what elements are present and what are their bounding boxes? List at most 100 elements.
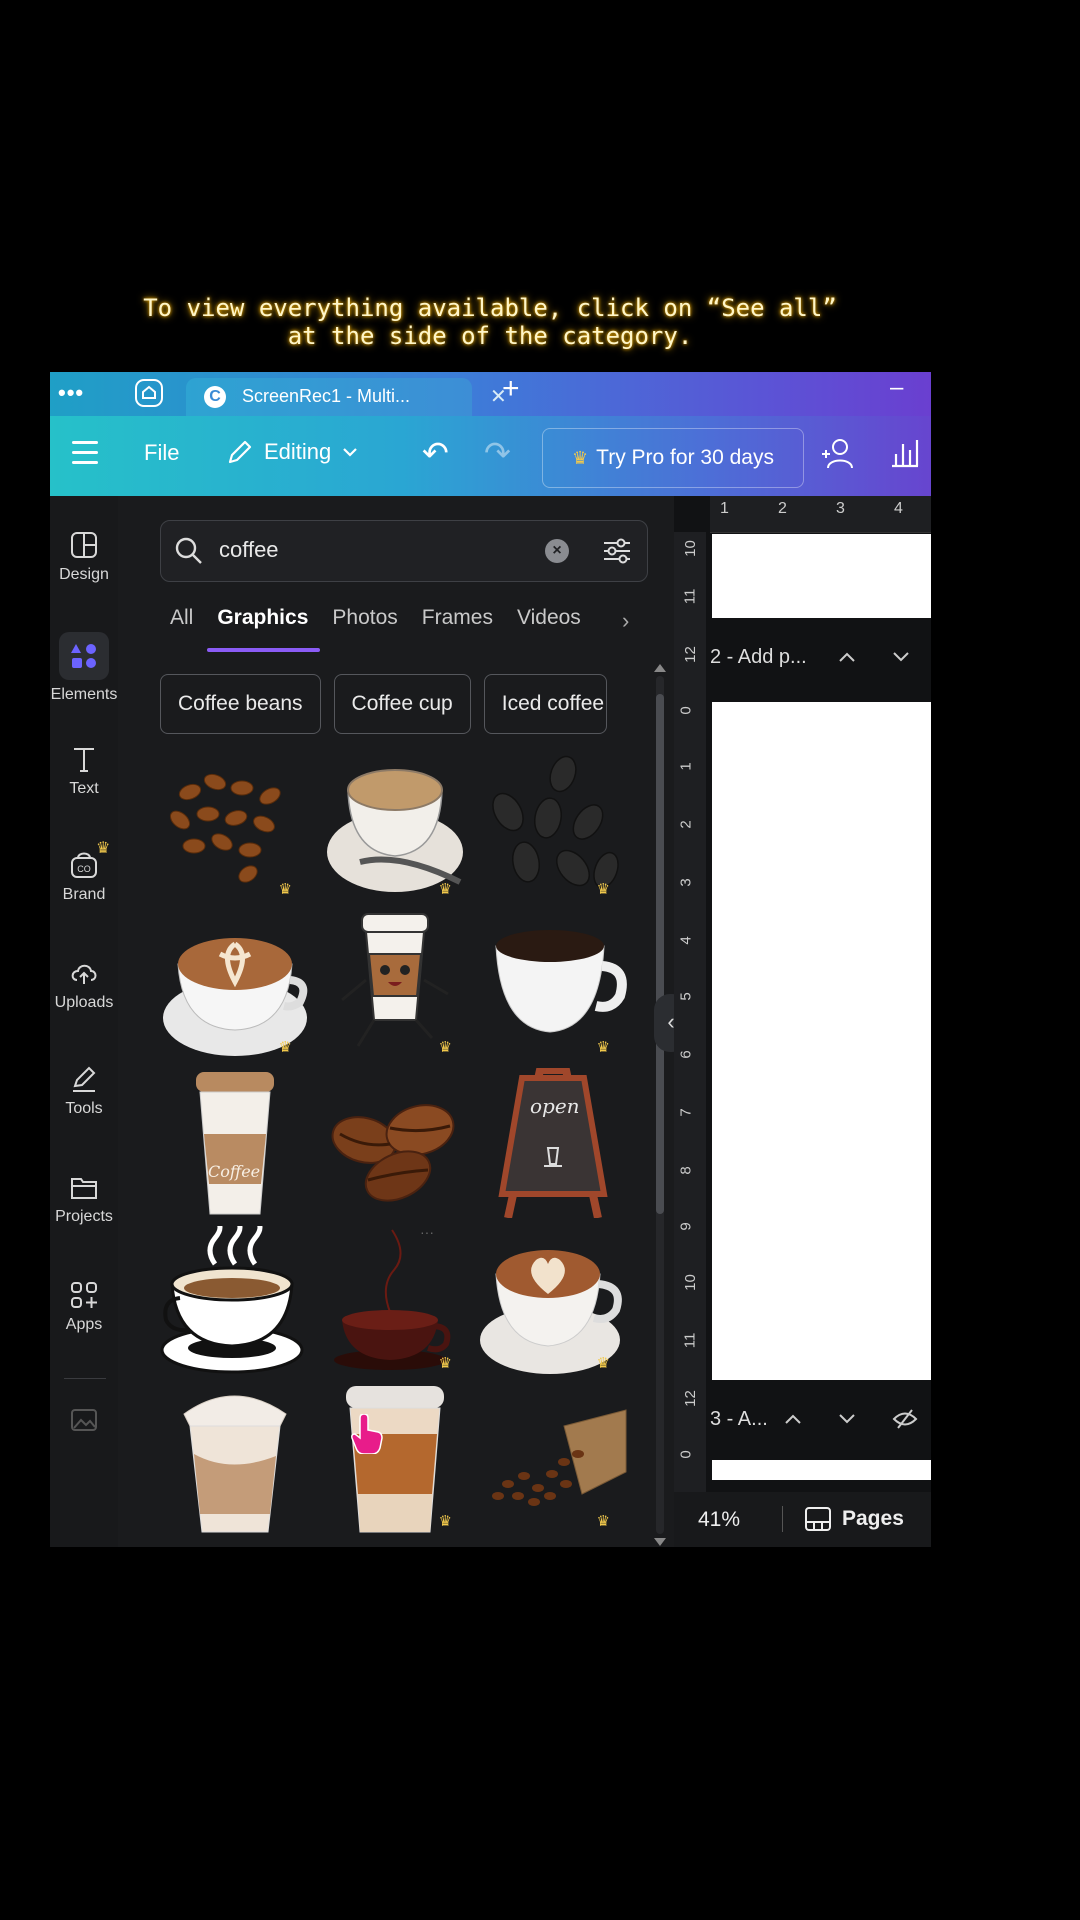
chevron-down-icon — [343, 448, 358, 457]
canvas-footer: 41% Pages — [674, 1492, 931, 1547]
redo-icon[interactable]: ↷ — [484, 434, 511, 472]
page-2-header: 2 - Add p... — [710, 618, 931, 702]
tab-frames[interactable]: Frames — [422, 596, 493, 646]
takeaway-cup-text: Coffee — [208, 1162, 261, 1181]
search-bar[interactable]: coffee × — [160, 520, 648, 582]
nav-apps[interactable]: Apps — [50, 1280, 118, 1334]
try-pro-label: Try Pro for 30 days — [596, 446, 774, 469]
filter-sliders-icon[interactable] — [601, 535, 633, 567]
nav-tools[interactable]: Tools — [50, 1064, 118, 1118]
brand-crown-icon: ♛ — [96, 840, 111, 857]
text-icon — [74, 748, 94, 772]
insights-chart-icon[interactable] — [888, 436, 922, 470]
hide-page-icon[interactable] — [892, 1408, 918, 1430]
search-input[interactable]: coffee — [219, 537, 279, 563]
try-pro-button[interactable]: ♛ Try Pro for 30 days — [542, 428, 804, 488]
page-3-header: 3 - A... — [710, 1380, 931, 1460]
file-menu-button[interactable]: File — [144, 440, 179, 466]
graphic-coffee-beans-trio[interactable] — [320, 1068, 470, 1218]
nav-design[interactable]: Design — [50, 530, 118, 584]
tab-photos[interactable]: Photos — [332, 596, 397, 646]
page-3-label[interactable]: 3 - A... — [710, 1408, 768, 1431]
hand-cursor-icon — [351, 1414, 383, 1454]
scroll-down-icon[interactable] — [654, 1538, 666, 1546]
new-tab-icon[interactable]: + — [502, 372, 520, 406]
caption-line-2: at the side of the category. — [287, 322, 693, 350]
chalkboard-text: open — [530, 1094, 580, 1118]
nav-uploads-label: Uploads — [54, 994, 114, 1011]
editing-label: Editing — [264, 439, 332, 464]
nav-projects[interactable]: Projects — [50, 1172, 118, 1226]
zoom-level[interactable]: 41% — [698, 1508, 740, 1532]
premium-crown-icon: ♛ — [596, 1513, 610, 1530]
pages-button[interactable]: Pages — [804, 1506, 904, 1532]
tab-videos[interactable]: Videos — [517, 596, 581, 646]
panel-scrollbar[interactable] — [654, 664, 666, 1546]
graphic-coffee-cup-with-spoon[interactable]: ♛ — [320, 752, 470, 902]
tutorial-caption: To view everything available, click on “… — [0, 294, 980, 350]
page-2-label[interactable]: 2 - Add p... — [710, 646, 807, 669]
elements-panel: coffee × All Graphics Photos Frames Vide… — [118, 496, 674, 1547]
horizontal-ruler: 1 2 3 4 — [710, 496, 931, 533]
canvas-page-1[interactable] — [712, 534, 931, 618]
graphic-takeaway-coffee-cup[interactable]: Coffee — [160, 1068, 310, 1218]
apps-icon — [71, 1282, 97, 1308]
move-page-down-icon[interactable] — [892, 650, 910, 664]
nav-elements-label: Elements — [50, 686, 118, 703]
more-options-icon[interactable]: ••• — [58, 380, 84, 406]
graphic-running-coffee-cup-character[interactable]: ♛ — [320, 910, 470, 1060]
pencil-icon — [228, 440, 252, 464]
move-page-down-icon[interactable] — [838, 1412, 856, 1426]
premium-crown-icon: ♛ — [438, 881, 452, 898]
graphic-latte-heart-cup[interactable]: ♛ — [478, 1226, 628, 1376]
chip-coffee-beans[interactable]: Coffee beans — [160, 674, 321, 734]
hamburger-menu-icon[interactable] — [72, 441, 98, 471]
active-document-tab[interactable]: C ScreenRec1 - Multi... ✕ — [186, 378, 507, 416]
crown-icon: ♛ — [572, 447, 589, 468]
nav-brand-label: Brand — [62, 886, 106, 903]
chevron-right-icon[interactable]: › — [622, 608, 629, 634]
graphic-latte-art-cup[interactable]: ♛ — [160, 910, 310, 1060]
vertical-ruler: 10 11 12 0 1 2 3 4 5 6 7 8 9 10 11 12 0 — [674, 532, 706, 1492]
scroll-up-icon[interactable] — [654, 664, 666, 672]
chip-iced-coffee[interactable]: Iced coffee — [483, 674, 607, 734]
graphic-iced-latte-cream[interactable] — [160, 1384, 310, 1534]
tab-title: ScreenRec1 - Multi... — [242, 386, 411, 406]
premium-crown-icon: ♛ — [278, 1039, 292, 1056]
graphic-dark-coffee-cup-steam[interactable]: ··· ♛ — [320, 1224, 470, 1376]
undo-icon[interactable]: ↶ — [422, 434, 449, 472]
graphic-open-chalkboard-sign[interactable]: open — [478, 1066, 628, 1219]
canvas-page-3[interactable] — [712, 1460, 931, 1480]
home-icon[interactable] — [134, 378, 164, 408]
nav-design-label: Design — [59, 566, 109, 583]
photo-icon — [71, 1409, 97, 1431]
move-page-up-icon[interactable] — [784, 1412, 802, 1426]
nav-elements[interactable]: Elements — [50, 632, 118, 704]
content-type-tabs: All Graphics Photos Frames Videos — [170, 596, 581, 652]
clear-search-icon[interactable]: × — [545, 539, 569, 563]
premium-crown-icon: ♛ — [438, 1355, 452, 1372]
nav-brand[interactable]: CO ♛ Brand — [50, 840, 118, 904]
scrollbar-thumb[interactable] — [656, 694, 664, 1214]
move-page-up-icon[interactable] — [838, 650, 856, 664]
share-people-icon[interactable] — [820, 436, 860, 472]
search-icon — [175, 537, 202, 564]
nav-uploads[interactable]: Uploads — [50, 958, 118, 1012]
svg-text:CO: CO — [77, 864, 91, 874]
graphic-white-coffee-cup[interactable]: ♛ — [478, 910, 628, 1060]
chip-coffee-cup[interactable]: Coffee cup — [333, 674, 471, 734]
tab-graphics[interactable]: Graphics — [207, 596, 321, 652]
graphic-coffee-beans-scatter[interactable]: ♛ — [160, 752, 310, 902]
tools-icon — [73, 1066, 96, 1092]
canvas-page-2[interactable] — [712, 702, 931, 1380]
graphic-iced-coffee-cup[interactable]: ♛ — [320, 1384, 470, 1534]
minimize-icon[interactable]: – — [890, 374, 903, 402]
graphic-coffee-beans-sketch[interactable]: ♛ — [478, 752, 628, 902]
nav-text[interactable]: Text — [50, 744, 118, 798]
graphic-steaming-coffee-cup[interactable] — [160, 1217, 310, 1376]
premium-crown-icon: ♛ — [278, 881, 292, 898]
graphic-coffee-bean-sack[interactable]: ♛ — [478, 1384, 628, 1534]
canva-editor-window: ••• C ScreenRec1 - Multi... ✕ + – File E… — [50, 372, 931, 1547]
editing-mode-button[interactable]: Editing — [226, 438, 359, 466]
tab-all[interactable]: All — [170, 596, 193, 646]
